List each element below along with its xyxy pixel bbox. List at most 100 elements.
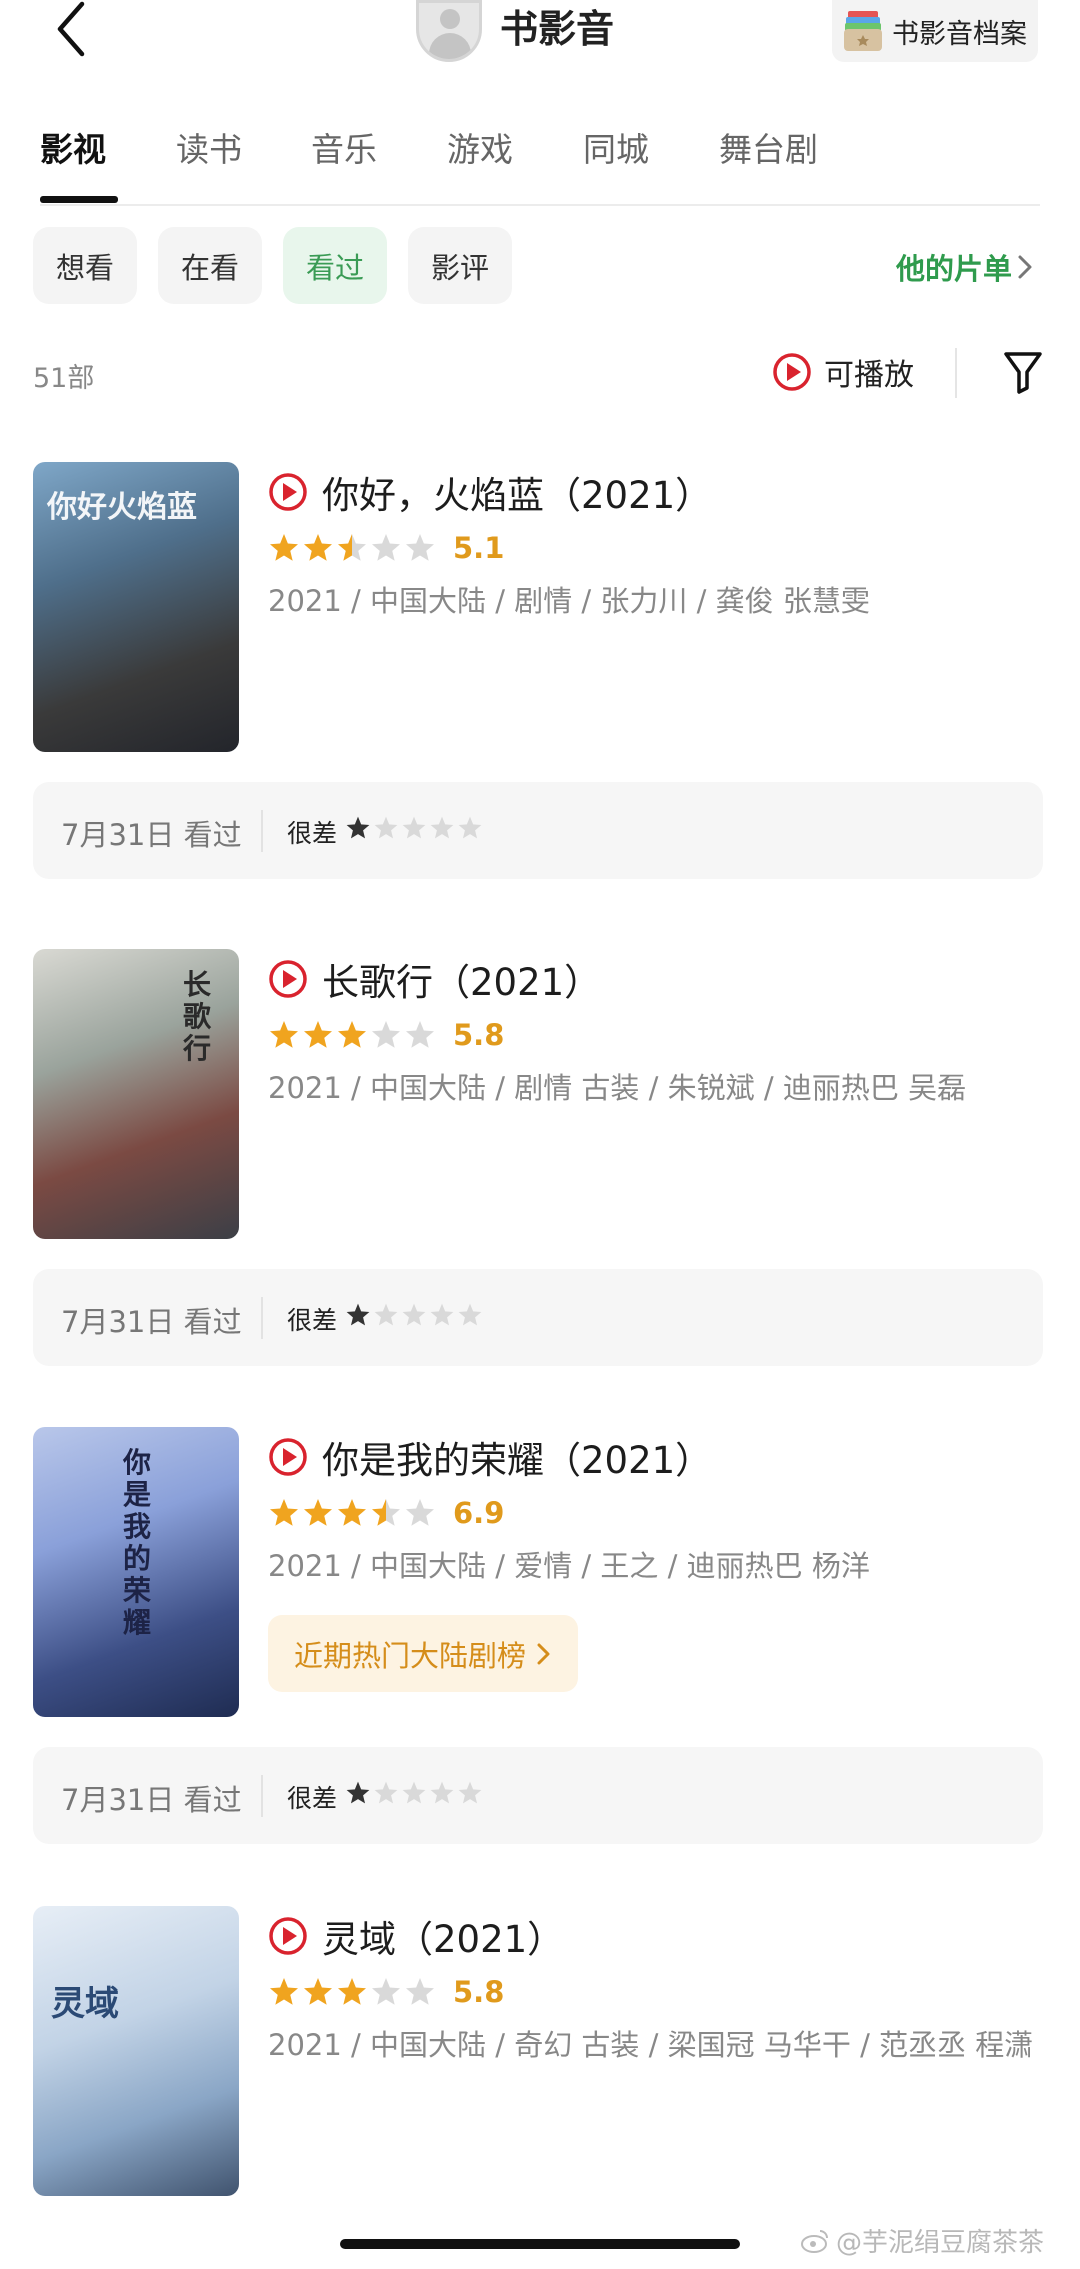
- star-empty-icon: [406, 1978, 434, 2005]
- star-empty-icon: [406, 1499, 434, 1526]
- category-tabs: 影视 读书 音乐 游戏 同城 舞台剧: [0, 120, 1080, 206]
- active-tab-indicator: [40, 196, 118, 203]
- movie-title[interactable]: 你好，火焰蓝（2021）: [268, 462, 712, 522]
- list-item[interactable]: 灵域 灵域（2021） 5.8 2021 / 中国大陆 / 奇幻 古装 / 梁国…: [0, 1906, 1080, 2269]
- star-empty-icon: [374, 816, 398, 839]
- review-divider: [261, 810, 263, 852]
- play-circle-icon: [773, 353, 811, 391]
- star-empty-icon: [458, 1303, 482, 1326]
- star-empty-icon: [372, 1978, 400, 2005]
- funnel-icon: [1004, 352, 1042, 394]
- tab-books[interactable]: 读书: [176, 128, 242, 172]
- review-verdict: 很差: [287, 1306, 338, 1335]
- star-filled-icon: [346, 1303, 370, 1326]
- poster-image[interactable]: 你是我的荣耀: [33, 1427, 239, 1717]
- star-filled-icon: [270, 1021, 298, 1048]
- list-item[interactable]: 你好火焰蓝 你好，火焰蓝（2021） 5.1 2021 / 中国大陆 / 剧情 …: [0, 462, 1080, 882]
- list-item[interactable]: 长歌行 长歌行（2021） 5.8 2021 / 中国大陆 / 剧情 古装 / …: [0, 949, 1080, 1369]
- star-empty-icon: [372, 1021, 400, 1048]
- my-list-link[interactable]: 他的片单: [896, 246, 1034, 288]
- star-filled-icon: [304, 1978, 332, 2005]
- avatar-body: [429, 33, 471, 59]
- my-review[interactable]: 7月31日 看过 很差: [33, 782, 1043, 879]
- star-filled-icon: [270, 1978, 298, 2005]
- rating-score: 5.1: [453, 531, 505, 565]
- movie-meta: 2021 / 中国大陆 / 剧情 古装 / 朱锐斌 / 迪丽热巴 吴磊: [268, 1071, 967, 1105]
- home-indicator[interactable]: [340, 2239, 740, 2249]
- filter-reviews[interactable]: 影评: [408, 227, 512, 304]
- my-rating-stars: [345, 1302, 483, 1328]
- avatar[interactable]: [416, 0, 482, 62]
- play-circle-icon: [269, 473, 307, 511]
- rating-score: 6.9: [453, 1496, 505, 1530]
- star-filled-icon: [270, 1499, 298, 1526]
- playable-toggle[interactable]: 可播放: [772, 350, 914, 394]
- movie-title-text: 灵域（2021）: [322, 1918, 565, 1961]
- archive-label: 书影音档案: [892, 18, 1027, 50]
- star-empty-icon: [406, 534, 434, 561]
- movie-meta: 2021 / 中国大陆 / 剧情 / 张力川 / 龚俊 张慧雯: [268, 584, 870, 618]
- star-empty-icon: [402, 816, 426, 839]
- movie-title[interactable]: 你是我的荣耀（2021）: [268, 1427, 712, 1487]
- douban-rating: 5.8: [268, 1970, 504, 2014]
- star-empty-icon: [430, 1781, 454, 1804]
- my-rating-stars: [345, 815, 483, 841]
- star-half-icon: [338, 534, 366, 561]
- douban-rating: 5.8: [268, 1013, 504, 1057]
- tab-film-tv[interactable]: 影视: [40, 128, 106, 172]
- play-circle-icon: [269, 1438, 307, 1476]
- review-date: 7月31日 看过: [61, 1305, 242, 1339]
- poster-title: 你是我的荣耀: [123, 1446, 152, 1639]
- star-empty-icon: [374, 1303, 398, 1326]
- rating-stars: [268, 1976, 436, 2008]
- movie-meta: 2021 / 中国大陆 / 爱情 / 王之 / 迪丽热巴 杨洋: [268, 1549, 870, 1583]
- rating-stars: [268, 1019, 436, 1051]
- movie-title-text: 长歌行（2021）: [322, 961, 602, 1004]
- chevron-right-icon: [537, 1643, 550, 1664]
- play-circle-icon: [269, 960, 307, 998]
- review-verdict: 很差: [287, 1784, 338, 1813]
- review-date: 7月31日 看过: [61, 818, 242, 852]
- back-button[interactable]: [52, 0, 92, 58]
- star-empty-icon: [402, 1781, 426, 1804]
- my-list-label: 他的片单: [896, 252, 1013, 286]
- douban-rating: 5.1: [268, 526, 504, 570]
- star-empty-icon: [430, 1303, 454, 1326]
- rating-stars: [268, 1497, 436, 1529]
- tab-stage[interactable]: 舞台剧: [719, 128, 818, 172]
- playable-label: 可播放: [824, 358, 914, 393]
- review-divider: [261, 1297, 263, 1339]
- poster-title: 你好火焰蓝: [47, 490, 197, 525]
- my-review[interactable]: 7月31日 看过 很差: [33, 1747, 1043, 1844]
- hot-chart-badge[interactable]: 近期热门大陆剧榜: [268, 1615, 579, 1692]
- filter-watched[interactable]: 看过: [283, 227, 387, 304]
- star-filled-icon: [304, 1021, 332, 1048]
- movie-title[interactable]: 长歌行（2021）: [268, 949, 601, 1009]
- hot-chart-label: 近期热门大陆剧榜: [294, 1638, 527, 1673]
- poster-title: 长歌行: [183, 968, 212, 1065]
- list-item[interactable]: 你是我的荣耀 你是我的荣耀（2021） 6.9 2021 / 中国大陆 / 爱情…: [0, 1427, 1080, 1847]
- star-empty-icon: [374, 1781, 398, 1804]
- tab-games[interactable]: 游戏: [447, 128, 513, 172]
- my-review[interactable]: 7月31日 看过 很差: [33, 1269, 1043, 1366]
- play-circle-icon: [269, 1917, 307, 1955]
- chevron-left-icon: [57, 1, 85, 57]
- filter-watching[interactable]: 在看: [158, 227, 262, 304]
- poster-image[interactable]: 长歌行: [33, 949, 239, 1239]
- filter-button[interactable]: [1003, 350, 1043, 394]
- poster-image[interactable]: 灵域: [33, 1906, 239, 2196]
- tabs-divider: [40, 204, 1040, 206]
- star-filled-icon: [338, 1499, 366, 1526]
- poster-image[interactable]: 你好火焰蓝: [33, 462, 239, 752]
- movie-title[interactable]: 灵域（2021）: [268, 1906, 564, 1966]
- avatar-head: [440, 9, 460, 29]
- tab-music[interactable]: 音乐: [311, 128, 377, 172]
- tab-local[interactable]: 同城: [583, 128, 649, 172]
- movie-title-text: 你好，火焰蓝（2021）: [322, 474, 713, 517]
- top-bar: 书影音 书影音档案: [0, 0, 1080, 64]
- review-verdict: 很差: [287, 819, 338, 848]
- archive-button[interactable]: 书影音档案: [832, 0, 1038, 62]
- star-filled-icon: [304, 534, 332, 561]
- filter-want-to-watch[interactable]: 想看: [33, 227, 137, 304]
- movie-meta: 2021 / 中国大陆 / 奇幻 古装 / 梁国冠 马华干 / 范丞丞 程潇: [268, 2028, 1034, 2062]
